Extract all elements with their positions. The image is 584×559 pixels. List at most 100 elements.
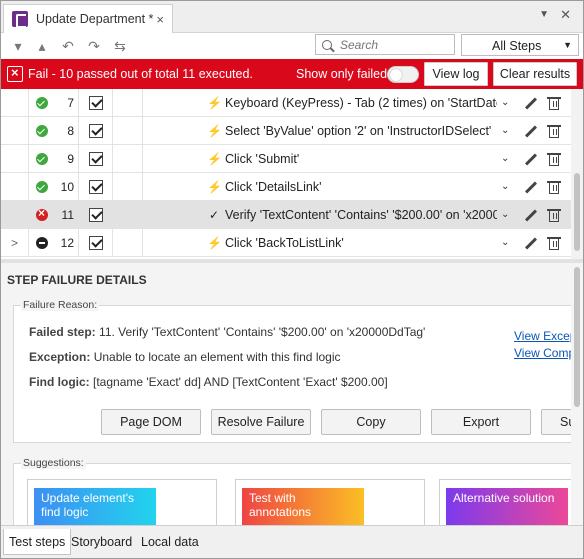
step-status <box>29 145 53 173</box>
suggestion-label: Test with annotations <box>242 488 364 525</box>
steps-filter-select[interactable]: All Steps ▼ <box>461 34 579 56</box>
chevron-down-icon[interactable]: ⌄ <box>501 181 509 192</box>
step-row[interactable]: 7 ⚡ Keyboard (KeyPress) - Tab (2 times) on… <box>1 89 571 117</box>
expand-toggle[interactable] <box>1 89 29 117</box>
step-enabled-checkbox[interactable] <box>89 96 103 110</box>
chevron-down-icon[interactable]: ⌄ <box>501 97 509 108</box>
tab-local-data[interactable]: Local data <box>136 529 204 555</box>
search-input[interactable] <box>338 36 448 53</box>
step-enabled-checkbox[interactable] <box>89 208 103 222</box>
delete-icon[interactable] <box>547 236 561 250</box>
step-number: 10 <box>53 173 79 201</box>
page-dom-button[interactable]: Page DOM <box>101 409 201 435</box>
move-down-icon[interactable]: ▾ <box>9 37 27 55</box>
details-scrollbar[interactable] <box>571 263 583 525</box>
step-enabled-checkbox[interactable] <box>89 180 103 194</box>
step-row[interactable]: 8 ⚡ Select 'ByValue' option '2' on 'Instru… <box>1 117 571 145</box>
delete-icon[interactable] <box>547 96 561 110</box>
expand-toggle[interactable]: > <box>1 229 29 257</box>
edit-icon[interactable] <box>523 152 538 166</box>
pencil-shape <box>524 97 538 110</box>
move-step-icon[interactable]: ⇆ <box>111 37 129 55</box>
scrollbar-thumb[interactable] <box>574 173 580 251</box>
step-enabled-checkbox[interactable] <box>89 236 103 250</box>
step-description[interactable]: Select 'ByValue' option '2' on 'Instruct… <box>225 117 497 145</box>
document-tab[interactable]: Update Department * × <box>3 4 173 33</box>
steps-filter-value: All Steps <box>492 39 542 53</box>
edit-icon[interactable] <box>523 96 538 110</box>
step-enabled-checkbox[interactable] <box>89 152 103 166</box>
resolve-failure-button[interactable]: Resolve Failure <box>211 409 311 435</box>
expand-toggle[interactable] <box>1 201 29 229</box>
step-cell <box>113 229 143 257</box>
passed-icon <box>36 125 48 137</box>
edit-icon[interactable] <box>523 236 538 250</box>
step-row[interactable]: 10 ⚡ Click 'DetailsLink' ⌄ <box>1 173 571 201</box>
trash-shape <box>547 181 561 194</box>
result-summary: Fail - 10 passed out of total 11 execute… <box>28 67 253 81</box>
find-logic-label: Find logic: <box>29 375 90 389</box>
steps-scrollbar[interactable] <box>571 89 583 259</box>
edit-icon[interactable] <box>523 208 538 222</box>
pencil-shape <box>524 209 538 222</box>
trash-shape <box>547 153 561 166</box>
step-description[interactable]: Click 'DetailsLink' <box>225 173 497 201</box>
move-up-icon[interactable]: ▴ <box>33 37 51 55</box>
close-icon[interactable]: ✕ <box>560 7 571 23</box>
chevron-down-icon[interactable]: ▼ <box>539 9 549 20</box>
failed-step-label: Failed step: <box>29 325 96 339</box>
view-exception-link[interactable]: View Excep <box>514 329 571 343</box>
step-row[interactable]: 11 ✓ Verify 'TextContent' 'Contains' '$200… <box>1 201 571 229</box>
delete-icon[interactable] <box>547 124 561 138</box>
edit-icon[interactable] <box>523 180 538 194</box>
tab-storyboard[interactable]: Storyboard <box>66 529 137 555</box>
copy-button[interactable]: Copy <box>321 409 421 435</box>
undo-icon[interactable]: ↶ <box>59 37 77 55</box>
tab-test-steps[interactable]: Test steps <box>3 529 72 555</box>
step-status <box>29 201 53 229</box>
expand-toggle[interactable] <box>1 173 29 201</box>
submit-button[interactable]: Su <box>541 409 571 435</box>
chevron-down-icon[interactable]: ⌄ <box>501 125 509 136</box>
step-row[interactable]: >12 ⚡ Click 'BackToListLink' ⌄ <box>1 229 571 257</box>
show-only-failed-toggle[interactable] <box>387 66 419 83</box>
delete-icon[interactable] <box>547 180 561 194</box>
step-description[interactable]: Keyboard (KeyPress) - Tab (2 times) on '… <box>225 89 497 117</box>
search-box[interactable] <box>315 34 455 55</box>
exception-value: Unable to locate an element with this fi… <box>93 350 341 364</box>
redo-icon[interactable]: ↷ <box>85 37 103 55</box>
suggestion-card-update-find-logic[interactable]: Update element's find logic <box>27 479 217 525</box>
step-description[interactable]: Verify 'TextContent' 'Contains' '$200.00… <box>225 201 497 229</box>
suggestion-card-annotations[interactable]: Test with annotations <box>235 479 425 525</box>
step-cell <box>113 201 143 229</box>
view-log-button[interactable]: View log <box>424 62 488 86</box>
step-enabled-checkbox[interactable] <box>89 124 103 138</box>
failure-reason-legend: Failure Reason: <box>21 299 100 311</box>
chevron-down-icon[interactable]: ⌄ <box>501 209 509 220</box>
chevron-down-icon[interactable]: ⌄ <box>501 237 509 248</box>
test-studio-icon <box>12 11 28 28</box>
scrollbar-thumb[interactable] <box>574 267 580 407</box>
clear-results-button[interactable]: Clear results <box>493 62 577 86</box>
close-tab-icon[interactable]: × <box>156 12 164 27</box>
pencil-shape <box>524 125 538 138</box>
pencil-shape <box>524 181 538 194</box>
step-description[interactable]: Click 'BackToListLink' <box>225 229 497 257</box>
action-icon: ⚡ <box>207 96 222 110</box>
step-number: 9 <box>53 145 79 173</box>
expand-toggle[interactable] <box>1 117 29 145</box>
step-description[interactable]: Click 'Submit' <box>225 145 497 173</box>
suggestions-legend: Suggestions: <box>21 457 86 469</box>
suggestion-card-alternative[interactable]: Alternative solution <box>439 479 571 525</box>
export-button[interactable]: Export <box>431 409 531 435</box>
chevron-down-icon[interactable]: ⌄ <box>501 153 509 164</box>
step-cell <box>113 145 143 173</box>
delete-icon[interactable] <box>547 152 561 166</box>
edit-icon[interactable] <box>523 124 538 138</box>
step-failure-details: STEP FAILURE DETAILS Failure Reason: Fai… <box>1 263 571 525</box>
delete-icon[interactable] <box>547 208 561 222</box>
step-number: 8 <box>53 117 79 145</box>
view-compare-link[interactable]: View Comp <box>514 346 571 360</box>
expand-toggle[interactable] <box>1 145 29 173</box>
step-row[interactable]: 9 ⚡ Click 'Submit' ⌄ <box>1 145 571 173</box>
